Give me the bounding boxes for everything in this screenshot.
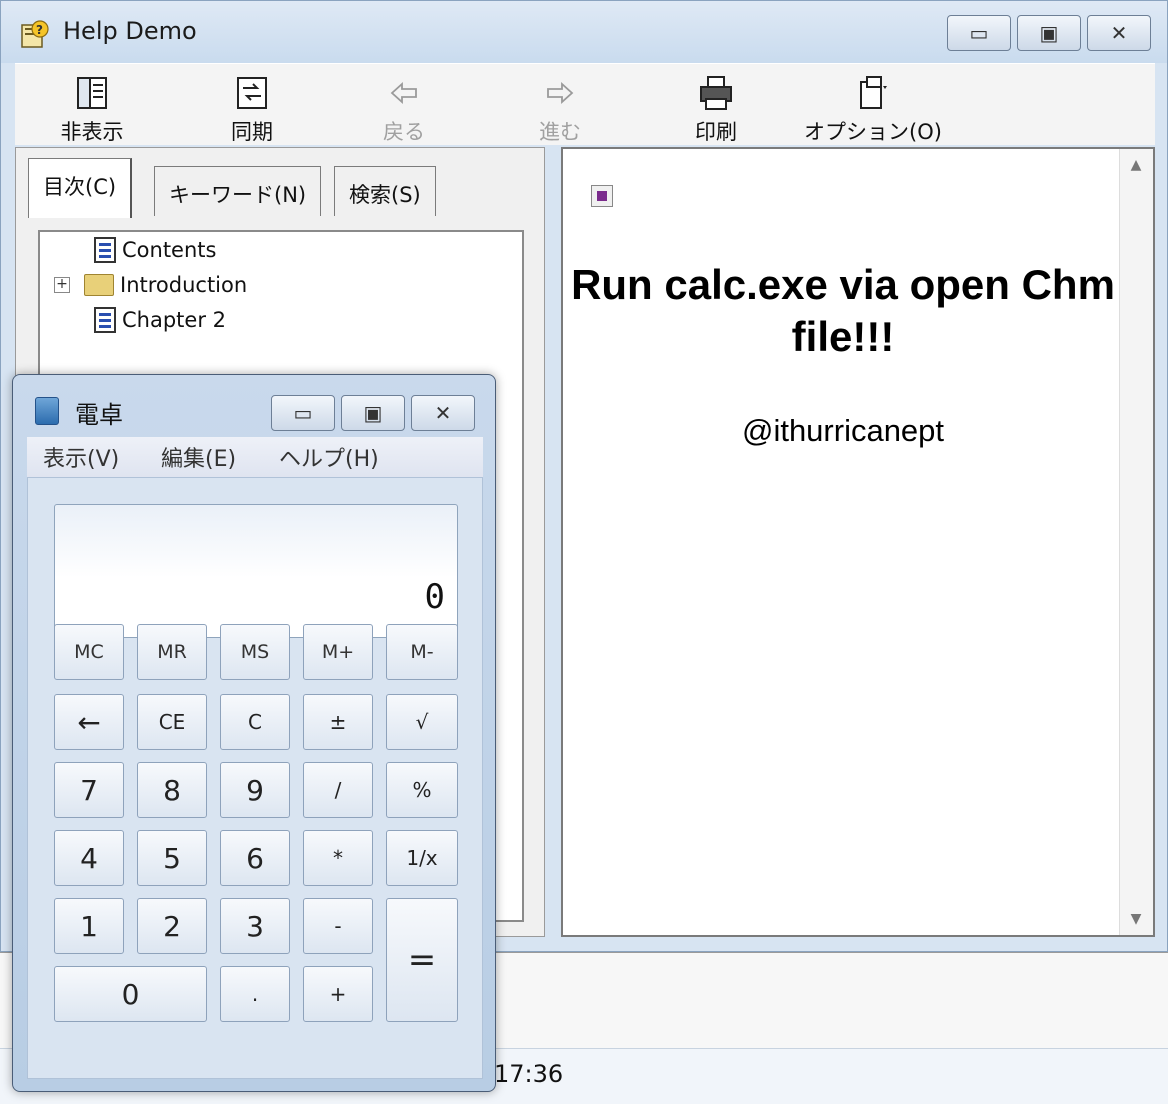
multiply-button[interactable]: * [303,830,373,886]
minimize-icon: ▭ [969,21,989,45]
hide-label: 非表示 [60,120,124,144]
ms-button[interactable]: MS [220,624,290,680]
sqrt-button[interactable]: √ [386,694,458,750]
options-label: オプション(O) [804,120,942,144]
hide-button[interactable]: 非表示 [37,74,147,146]
digit-0-button[interactable]: 0 [54,966,207,1022]
pane-splitter[interactable] [547,147,561,937]
topic-heading: Run calc.exe via open Chm file!!! [571,261,1115,360]
help-book-icon: ? [21,20,49,48]
topic-pane: Run calc.exe via open Chm file!!! @ithur… [561,147,1155,937]
minimize-button[interactable]: ▭ [947,15,1011,51]
sync-icon [237,77,267,109]
calc-maximize-button[interactable]: ▣ [341,395,405,431]
expand-icon[interactable]: + [54,277,70,293]
vertical-scrollbar[interactable]: ▲ ▼ [1119,149,1153,935]
back-label: 戻る [383,120,425,144]
equals-button[interactable]: = [386,898,458,1022]
minimize-icon: ▭ [293,401,313,425]
maximize-icon: ▣ [363,401,383,425]
print-label: 印刷 [695,120,737,144]
options-icon [860,76,887,109]
help-titlebar[interactable]: ? Help Demo ▭ ▣ ✕ [1,1,1167,63]
digit-7-button[interactable]: 7 [54,762,124,818]
sync-label: 同期 [231,120,273,144]
digit-5-button[interactable]: 5 [137,830,207,886]
calculator-title: 電卓 [75,401,123,429]
scroll-down-icon[interactable]: ▼ [1120,907,1152,931]
calculator-menubar: 表示(V) 編集(E) ヘルプ(H) [27,437,483,477]
printer-icon [700,76,732,110]
window-controls: ▭ ▣ ✕ [947,15,1151,51]
add-button[interactable]: + [303,966,373,1022]
options-button[interactable]: オプション(O) [803,74,943,146]
menu-edit[interactable]: 編集(E) [161,441,236,473]
calculator-window: 電卓 ▭ ▣ ✕ 表示(V) 編集(E) ヘルプ(H) 0 MC MR MS M… [12,374,496,1092]
mr-button[interactable]: MR [137,624,207,680]
digit-3-button[interactable]: 3 [220,898,290,954]
help-toolbar: 非表示 同期 戻る 進む 印刷 オプション(O) [15,63,1155,145]
digit-8-button[interactable]: 8 [137,762,207,818]
window-title: Help Demo [63,17,197,45]
display-value: 0 [424,577,445,617]
decimal-button[interactable]: . [220,966,290,1022]
close-icon: ✕ [434,401,452,425]
hide-pane-icon [77,77,107,109]
calculator-icon [35,397,59,425]
clear-button[interactable]: C [220,694,290,750]
topic-author: @ithurricanept [741,413,945,448]
calc-close-button[interactable]: ✕ [411,395,475,431]
svg-text:?: ? [36,23,43,37]
tab-keywords[interactable]: キーワード(N) [154,166,322,216]
forward-arrow-icon [547,81,574,105]
digit-4-button[interactable]: 4 [54,830,124,886]
forward-button[interactable]: 進む [505,74,615,146]
calc-minimize-button[interactable]: ▭ [271,395,335,431]
calculator-window-controls: ▭ ▣ ✕ [271,395,475,431]
document-icon [94,237,116,263]
digit-6-button[interactable]: 6 [220,830,290,886]
tree-item-label: Introduction [120,273,248,297]
tree-item-label: Chapter 2 [122,308,226,332]
sync-button[interactable]: 同期 [197,74,307,146]
forward-label: 進む [539,120,581,144]
maximize-button[interactable]: ▣ [1017,15,1081,51]
document-icon [94,307,116,333]
close-icon: ✕ [1110,21,1128,45]
ce-button[interactable]: CE [137,694,207,750]
close-button[interactable]: ✕ [1087,15,1151,51]
menu-view[interactable]: 表示(V) [43,441,119,473]
backspace-button[interactable]: ← [54,694,124,750]
m-minus-button[interactable]: M- [386,624,458,680]
maximize-icon: ▣ [1039,21,1059,45]
menu-help[interactable]: ヘルプ(H) [279,441,379,473]
digit-2-button[interactable]: 2 [137,898,207,954]
divide-button[interactable]: / [303,762,373,818]
digit-9-button[interactable]: 9 [220,762,290,818]
digit-1-button[interactable]: 1 [54,898,124,954]
nav-tabs: 目次(C) キーワード(N) 検索(S) [16,148,544,218]
mc-button[interactable]: MC [54,624,124,680]
back-button[interactable]: 戻る [349,74,459,146]
tree-item-introduction[interactable]: + Introduction [54,271,247,299]
subtract-button[interactable]: - [303,898,373,954]
scroll-up-icon[interactable]: ▲ [1120,153,1152,177]
percent-button[interactable]: % [386,762,458,818]
reciprocal-button[interactable]: 1/x [386,830,458,886]
tree-item-label: Contents [122,238,217,262]
related-topics-icon[interactable] [591,185,613,207]
tree-item-contents[interactable]: Contents [94,236,216,264]
print-button[interactable]: 印刷 [661,74,771,146]
calculator-display: 0 [54,504,458,638]
m-plus-button[interactable]: M+ [303,624,373,680]
calculator-body: 0 MC MR MS M+ M- ← CE C ± √ 7 8 9 / % 4 … [27,477,483,1079]
folder-icon [84,274,114,296]
plus-minus-button[interactable]: ± [303,694,373,750]
tab-search[interactable]: 検索(S) [334,166,436,216]
tab-contents[interactable]: 目次(C) [28,158,133,218]
time-text: 17:36 [494,1060,564,1088]
tree-item-chapter-2[interactable]: Chapter 2 [94,306,226,334]
back-arrow-icon [390,81,417,105]
